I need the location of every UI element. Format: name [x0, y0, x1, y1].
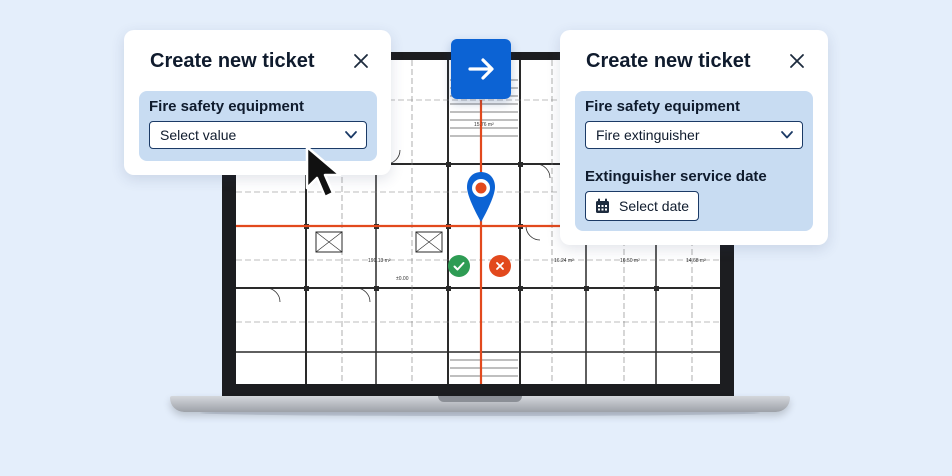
select-value: Select value: [160, 127, 237, 143]
chevron-down-icon: [781, 131, 793, 139]
next-step-button[interactable]: [451, 39, 511, 99]
field-panel: Fire safety equipment Fire extinguisher …: [575, 91, 813, 231]
level-label: ±0.00: [396, 276, 409, 282]
room-label: 16.50 m²: [620, 258, 640, 264]
cancel-icon: [496, 262, 504, 270]
card-title: Create new ticket: [586, 50, 751, 72]
chevron-down-icon: [345, 131, 357, 139]
field-label: Fire safety equipment: [585, 98, 741, 115]
laptop-notch: [438, 396, 522, 402]
check-icon: [453, 262, 465, 271]
room-label: 14.68 m²: [686, 258, 706, 264]
map-pin-icon[interactable]: [466, 170, 496, 224]
room-label: 191.13 m²: [368, 258, 391, 264]
cancel-button[interactable]: [489, 255, 511, 277]
date-field-label: Extinguisher service date: [585, 168, 767, 185]
select-date-label: Select date: [619, 198, 690, 214]
select-value: Fire extinguisher: [596, 127, 700, 143]
field-label: Fire safety equipment: [149, 98, 305, 115]
confirm-button[interactable]: [448, 255, 470, 277]
select-date-button[interactable]: Select date: [585, 191, 699, 221]
create-ticket-card-left: Create new ticket Fire safety equipment …: [124, 30, 391, 175]
card-title: Create new ticket: [150, 50, 315, 72]
fire-equipment-select[interactable]: Fire extinguisher: [585, 121, 803, 149]
room-label: 15.76 m²: [474, 122, 494, 128]
arrow-right-icon: [468, 58, 494, 80]
room-label: 16.24 m²: [554, 258, 574, 264]
calendar-icon: [596, 198, 609, 213]
close-icon[interactable]: [788, 52, 806, 70]
cursor-icon: [305, 145, 342, 199]
close-icon[interactable]: [352, 52, 370, 70]
create-ticket-card-right: Create new ticket Fire safety equipment …: [560, 30, 828, 245]
